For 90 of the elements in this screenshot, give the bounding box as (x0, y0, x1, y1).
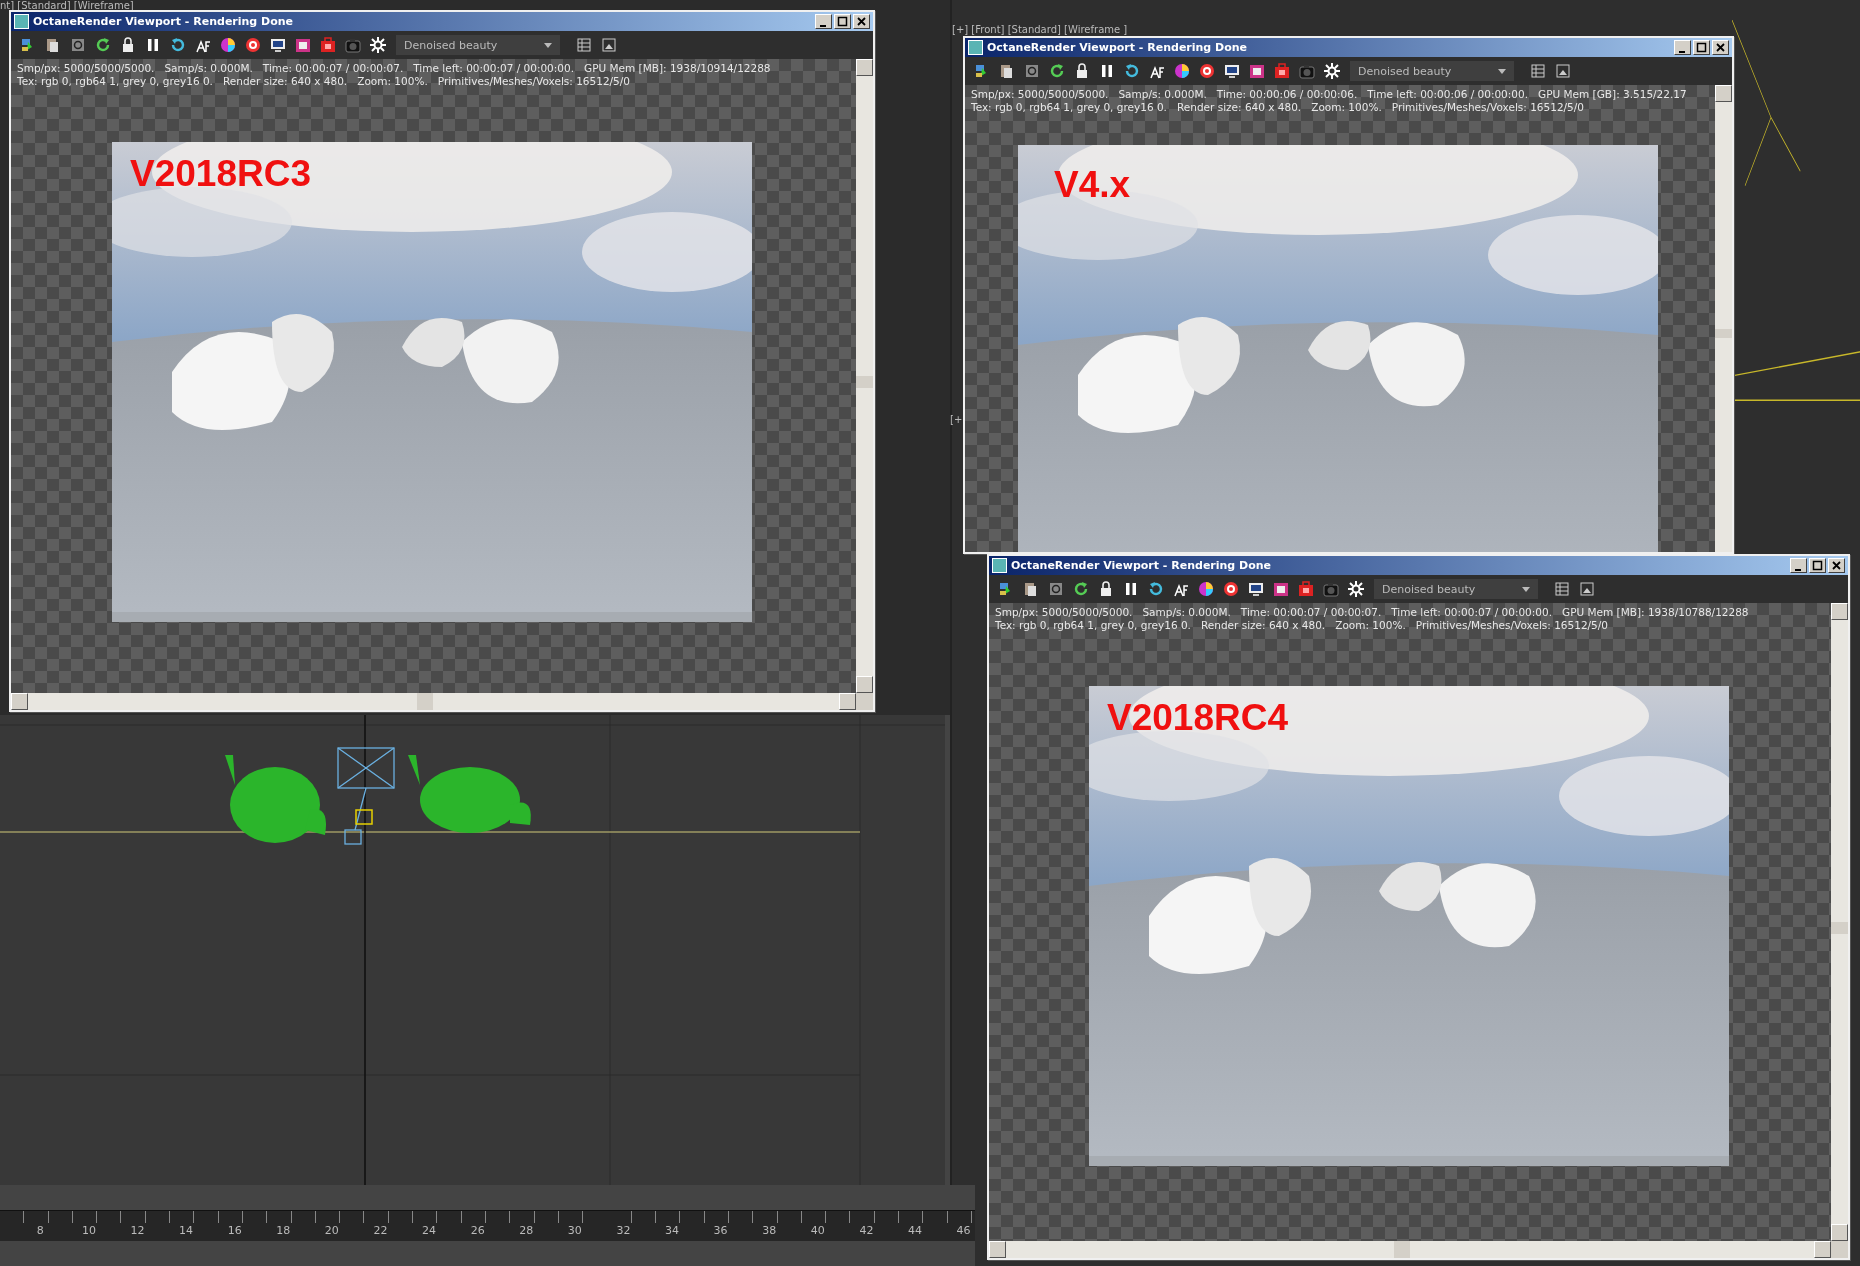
frame-number: 30 (567, 1224, 582, 1239)
frame-number: 14 (179, 1224, 194, 1239)
close-button[interactable] (1828, 558, 1845, 573)
refresh-icon[interactable] (94, 36, 112, 54)
bag-icon[interactable] (1297, 580, 1315, 598)
caret-icon (1498, 68, 1506, 74)
frame-number: 44 (908, 1224, 922, 1239)
minimize-button[interactable] (1674, 40, 1691, 55)
magnifier-icon[interactable] (69, 36, 87, 54)
bag-icon[interactable] (319, 36, 337, 54)
frame-number: 18 (276, 1224, 291, 1239)
viewport-label[interactable]: [+ (950, 414, 963, 426)
render-label: V2018RC4 (1107, 696, 1288, 740)
frame-number: 36 (713, 1224, 728, 1239)
refresh-icon[interactable] (1123, 62, 1141, 80)
monitor-icon[interactable] (1223, 62, 1241, 80)
close-button[interactable] (853, 14, 870, 29)
app-icon (992, 558, 1007, 573)
window-title: OctaneRender Viewport - Rendering Done (33, 15, 294, 28)
frame-number: 34 (665, 1224, 679, 1239)
vertical-scrollbar[interactable] (856, 59, 873, 693)
horizontal-scrollbar[interactable] (989, 1241, 1831, 1258)
gear-icon[interactable] (369, 36, 387, 54)
maximize-button[interactable] (1809, 558, 1826, 573)
window-title: OctaneRender Viewport - Rendering Done (1011, 559, 1272, 572)
caret-icon (1522, 586, 1530, 592)
magnifier-icon[interactable] (1023, 62, 1041, 80)
target-icon[interactable] (1198, 62, 1216, 80)
vertical-scrollbar[interactable] (1831, 603, 1848, 1241)
render-stats: Smp/px: 5000/5000/5000. Samp/s: 0.000M. Time: 00:00:07 / 00:00:07. Time left: 00:00:07 / 00:00:00. GPU Mem [MB]: 1938/10914/12288 (17, 62, 772, 75)
frame-number: 38 (762, 1224, 777, 1239)
pass-dropdown[interactable]: Denoised beauty (1374, 579, 1538, 599)
app-icon (14, 14, 29, 29)
frame-number: 26 (470, 1224, 485, 1239)
render-stats: Tex: rgb 0, rgb64 1, grey 0, grey16 0. Render size: 640 x 480. Zoom: 100%. Primitives/Meshes/Voxels: 16512/5/0 (971, 101, 1585, 114)
frame-icon[interactable] (1272, 580, 1290, 598)
target-icon[interactable] (244, 36, 262, 54)
app-icon (968, 40, 983, 55)
refresh-icon[interactable] (1072, 580, 1090, 598)
render-stats: Smp/px: 5000/5000/5000. Samp/s: 0.000M. Time: 00:00:06 / 00:00:06. Time left: 00:00:06 / 00:00:00. GPU Mem [GB]: 3.515/22.17 (971, 88, 1688, 101)
monitor-icon[interactable] (269, 36, 287, 54)
maximize-button[interactable] (834, 14, 851, 29)
image-icon[interactable] (1554, 62, 1572, 80)
window-title: OctaneRender Viewport - Rendering Done (987, 41, 1248, 54)
color-wheel-icon[interactable] (219, 36, 237, 54)
gear-icon[interactable] (1347, 580, 1365, 598)
frame-number: 24 (422, 1224, 437, 1239)
list-icon[interactable] (1529, 62, 1547, 80)
list-icon[interactable] (1553, 580, 1571, 598)
pass-dropdown[interactable]: Denoised beauty (396, 35, 560, 55)
frame-number: 32 (616, 1224, 631, 1239)
frame-number: 42 (859, 1224, 874, 1239)
viewport-label[interactable]: [+] [Front] [Standard] [Wireframe ] (952, 24, 1128, 36)
frame-number: 46 (956, 1224, 971, 1239)
frame-icon[interactable] (294, 36, 312, 54)
color-wheel-icon[interactable] (1173, 62, 1191, 80)
color-wheel-icon[interactable] (1197, 580, 1215, 598)
minimize-button[interactable] (815, 14, 832, 29)
frame-number: 22 (373, 1224, 388, 1239)
maximize-button[interactable] (1693, 40, 1710, 55)
frame-number: 20 (324, 1224, 339, 1239)
image-icon[interactable] (1578, 580, 1596, 598)
bag-icon[interactable] (1273, 62, 1291, 80)
refresh-icon[interactable] (169, 36, 187, 54)
render-stats: Tex: rgb 0, rgb64 1, grey 0, grey16 0. Render size: 640 x 480. Zoom: 100%. Primitives/Meshes/Voxels: 16512/5/0 (17, 75, 631, 88)
pass-dropdown[interactable]: Denoised beauty (1350, 61, 1514, 81)
gear-icon[interactable] (1323, 62, 1341, 80)
caret-icon (544, 42, 552, 48)
render-stats: Tex: rgb 0, rgb64 1, grey 0, grey16 0. Render size: 640 x 480. Zoom: 100%. Primitives/Meshes/Voxels: 16512/5/0 (995, 619, 1609, 632)
list-icon[interactable] (575, 36, 593, 54)
monitor-icon[interactable] (1247, 580, 1265, 598)
render-label: V2018RC3 (130, 152, 311, 196)
frame-number: 10 (81, 1224, 96, 1239)
frame-number: 40 (810, 1224, 825, 1239)
frame-number: 28 (519, 1224, 534, 1239)
target-icon[interactable] (1222, 580, 1240, 598)
frame-number: 12 (130, 1224, 145, 1239)
refresh-icon[interactable] (1048, 62, 1066, 80)
render-label: V4.x (1054, 163, 1131, 207)
frame-icon[interactable] (1248, 62, 1266, 80)
minimize-button[interactable] (1790, 558, 1807, 573)
render-stats: Smp/px: 5000/5000/5000. Samp/s: 0.000M. Time: 00:00:07 / 00:00:07. Time left: 00:00:07 / 00:00:00. GPU Mem [MB]: 1938/10788/12288 (995, 606, 1750, 619)
horizontal-scrollbar[interactable] (11, 693, 856, 710)
refresh-icon[interactable] (1147, 580, 1165, 598)
frame-number: 16 (227, 1224, 242, 1239)
vertical-scrollbar[interactable] (1715, 85, 1732, 552)
image-icon[interactable] (600, 36, 618, 54)
frame-number: 8 (36, 1224, 44, 1239)
magnifier-icon[interactable] (1047, 580, 1065, 598)
close-button[interactable] (1712, 40, 1729, 55)
